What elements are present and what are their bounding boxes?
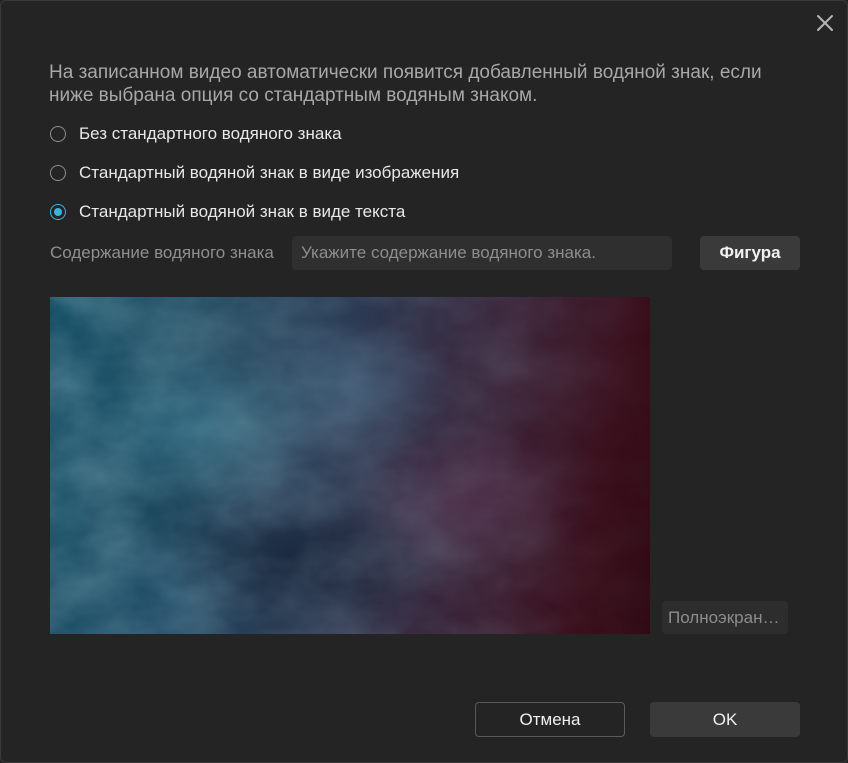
watermark-content-input[interactable] xyxy=(292,236,672,270)
figure-button[interactable]: Фигура xyxy=(700,236,800,270)
close-icon xyxy=(817,15,833,31)
radio-option-image-watermark[interactable]: Стандартный водяной знак в виде изображе… xyxy=(50,162,459,184)
video-preview xyxy=(50,297,650,634)
radio-label: Стандартный водяной знак в виде изображе… xyxy=(79,163,460,182)
watermark-settings-dialog: На записанном видео автоматически появит… xyxy=(0,0,848,763)
radio-button-selected-icon[interactable] xyxy=(50,204,66,220)
close-button[interactable] xyxy=(813,11,837,35)
radio-option-no-watermark[interactable]: Без стандартного водяного знака xyxy=(50,123,342,145)
radio-button-icon[interactable] xyxy=(50,126,66,142)
ok-button[interactable]: OK xyxy=(650,702,800,737)
radio-option-text-watermark[interactable]: Стандартный водяной знак в виде текста xyxy=(50,201,405,223)
radio-label: Стандартный водяной знак в виде текста xyxy=(79,202,406,221)
fullscreen-button[interactable]: Полноэкран… xyxy=(662,601,788,634)
watermark-content-label: Содержание водяного знака xyxy=(50,243,274,262)
radio-label: Без стандартного водяного знака xyxy=(79,124,342,143)
cancel-button[interactable]: Отмена xyxy=(475,702,625,737)
dialog-description: На записанном видео автоматически появит… xyxy=(49,62,762,106)
smoke-texture xyxy=(50,297,650,634)
radio-button-icon[interactable] xyxy=(50,165,66,181)
